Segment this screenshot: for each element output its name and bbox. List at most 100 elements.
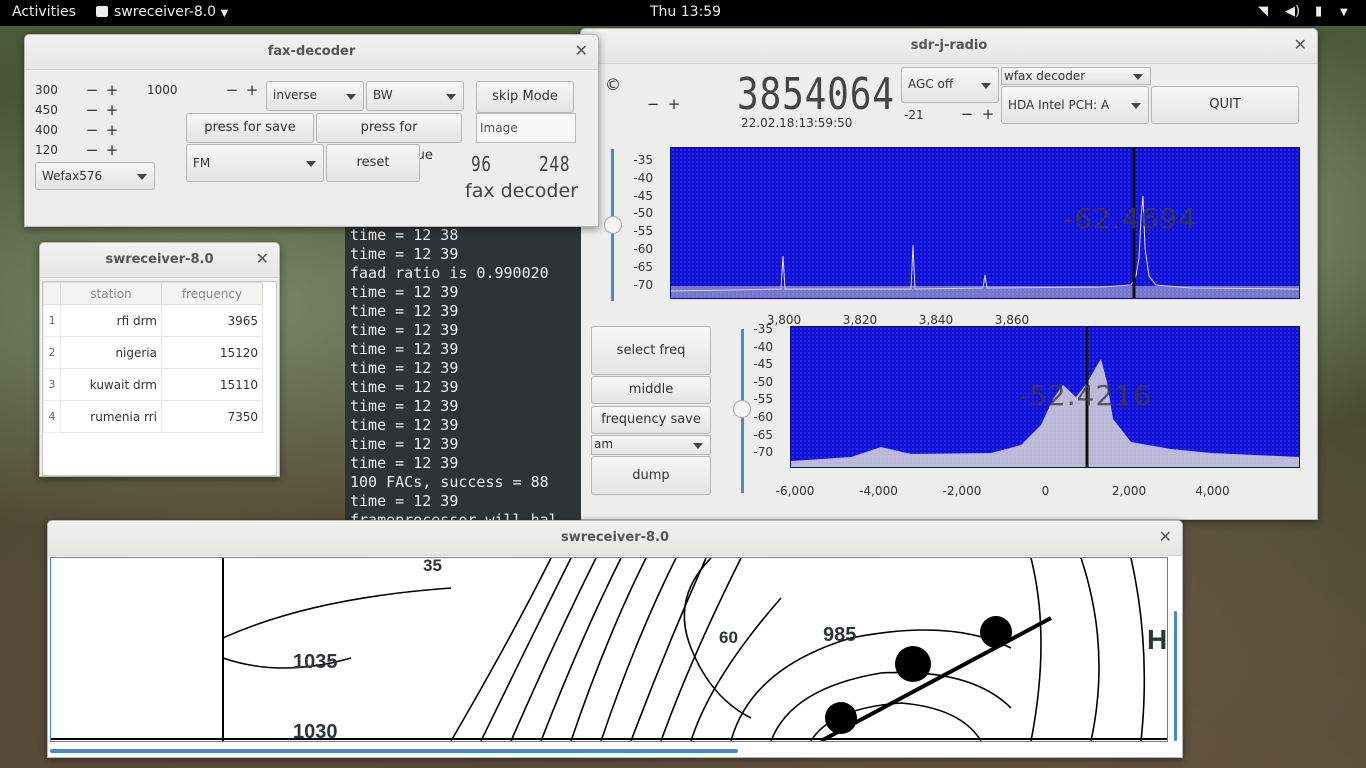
app-menu-label: swreceiver-8.0: [114, 4, 217, 20]
x-tick-label: 2,000: [1111, 484, 1147, 498]
offset-field[interactable]: [603, 96, 651, 116]
dump-button[interactable]: dump: [591, 456, 711, 495]
x-tick-label: 3,820: [842, 313, 878, 327]
table-row[interactable]: 4 rumenia rri 7350: [43, 400, 263, 433]
y-tick-label: -55: [753, 392, 773, 407]
activities-button[interactable]: Activities: [12, 4, 76, 20]
minus-icon[interactable]: −: [224, 81, 240, 99]
fax-image-canvas[interactable]: 1035 1030 985 60 35 H: [50, 557, 1168, 742]
plus-icon[interactable]: +: [104, 141, 120, 159]
horizontal-scrollbar[interactable]: [50, 749, 738, 753]
gain-field[interactable]: -21: [901, 106, 961, 126]
terminal-line: time = 12 39: [350, 492, 459, 510]
wifi-icon[interactable]: ◥: [1258, 4, 1268, 19]
middle-button[interactable]: middle: [591, 376, 711, 404]
y-tick-label: -65: [633, 259, 653, 274]
minus-icon[interactable]: −: [84, 141, 100, 159]
station-table: station frequency 1 rfi drm 3965 2 nigeria 15…: [43, 282, 263, 433]
frequency-column-header[interactable]: frequency: [161, 282, 263, 305]
fax-spinbox-value[interactable]: 400: [35, 123, 85, 137]
frequency-save-button[interactable]: frequency save: [591, 406, 711, 434]
minus-icon[interactable]: −: [84, 81, 100, 99]
phase-select[interactable]: inverse: [266, 81, 364, 111]
fax-spinbox-value[interactable]: 300: [35, 83, 85, 97]
fax-spinbox-value[interactable]: 120: [35, 143, 85, 157]
plus-icon[interactable]: +: [104, 121, 120, 139]
reset-button[interactable]: reset: [326, 144, 420, 182]
device-select[interactable]: HDA Intel PCH: A: [1001, 86, 1149, 124]
modulation-select[interactable]: FM: [186, 144, 324, 182]
station-column-header[interactable]: station: [60, 282, 162, 305]
lowpass-plot[interactable]: -52.4216: [790, 326, 1300, 468]
x-tick-label: -6,000: [775, 484, 815, 498]
select-freq-button[interactable]: select freq: [591, 326, 711, 375]
fax-decoder-window: fax-decoder ✕ 300− +450− +400− +120− + 1000 …: [24, 34, 599, 227]
frequency-cell[interactable]: 3965: [161, 304, 263, 337]
y-tick-label: -60: [753, 410, 773, 424]
terminal-line: time = 12 39: [350, 435, 459, 453]
chevron-down-icon: ▼: [220, 8, 229, 19]
x-tick-label: -2,000: [942, 484, 982, 498]
plus-icon[interactable]: +: [104, 81, 120, 99]
battery-icon[interactable]: ▮: [1315, 4, 1322, 19]
y-tick-label: -70: [633, 277, 653, 292]
plus-icon[interactable]: +: [244, 81, 260, 99]
station-name-cell[interactable]: nigeria: [60, 336, 162, 369]
terminal-output[interactable]: time = 12 38 time = 12 39 faad ratio is 0.…: [345, 226, 581, 520]
skip-mode-button[interactable]: skip Mode: [476, 81, 574, 113]
demod-select[interactable]: am: [591, 435, 711, 455]
close-icon[interactable]: ✕: [256, 249, 269, 268]
autocontinue-button[interactable]: press for autoContinue: [316, 113, 462, 163]
chevron-down-icon: [306, 161, 316, 167]
terminal-line: time = 12 39: [350, 359, 459, 377]
minus-icon[interactable]: −: [84, 101, 100, 119]
terminal-line: faad ratio is 0.990020: [350, 264, 549, 282]
y-tick-label: -45: [633, 188, 653, 203]
y-tick-label: -50: [753, 374, 773, 389]
vertical-scrollbar[interactable]: [1174, 611, 1177, 741]
close-icon[interactable]: ✕: [1294, 35, 1307, 54]
decoder-select[interactable]: wfax decoder: [1001, 67, 1151, 85]
frequency-cell[interactable]: 7350: [161, 400, 263, 433]
color-select[interactable]: BW: [366, 81, 464, 111]
x-tick-label: 4,000: [1195, 484, 1230, 498]
station-table-area: station frequency 1 rfi drm 3965 2 nigeria 15…: [42, 281, 277, 476]
plus-icon[interactable]: +: [980, 105, 996, 123]
station-name-cell[interactable]: kuwait drm: [60, 368, 162, 401]
agc-select[interactable]: AGC off: [901, 67, 999, 103]
frequency-cell[interactable]: 15110: [161, 368, 263, 401]
x-tick-label: 3,840: [918, 313, 954, 327]
clock[interactable]: Thu 13:59: [650, 4, 721, 20]
table-row[interactable]: 3 kuwait drm 15110: [43, 368, 263, 401]
quit-button[interactable]: QUIT: [1151, 86, 1299, 124]
fax-spinbox-value[interactable]: 450: [35, 103, 85, 117]
plus-icon[interactable]: +: [666, 95, 682, 113]
fax-image-window: swreceiver-8.0 ✕ 1035 1030 985 60 35 H: [47, 520, 1183, 758]
station-name-cell[interactable]: rfi drm: [60, 304, 162, 337]
copyright-label: ©: [605, 75, 621, 94]
close-icon[interactable]: ✕: [1159, 527, 1172, 546]
chevron-down-icon: [346, 94, 356, 100]
image-name-field[interactable]: Image: [476, 113, 576, 143]
minus-icon[interactable]: −: [645, 95, 661, 113]
save-button[interactable]: press for save: [186, 113, 314, 143]
plus-icon[interactable]: +: [104, 101, 120, 119]
system-menu-chevron-icon[interactable]: ▼: [1340, 7, 1348, 18]
minus-icon[interactable]: −: [959, 105, 975, 123]
app-menu[interactable]: swreceiver-8.0 ▼: [96, 4, 228, 20]
fax-mode-select[interactable]: Wefax576: [35, 162, 155, 190]
close-icon[interactable]: ✕: [575, 41, 588, 60]
spectrum-plot[interactable]: -62.4694: [670, 147, 1300, 299]
datetime-label: 22.02.18:13:59:50: [741, 116, 853, 130]
minus-icon[interactable]: −: [84, 121, 100, 139]
fax-titlebar: fax-decoder ✕: [25, 35, 598, 70]
fax-frequency-field[interactable]: 1000: [144, 81, 230, 101]
y-tick-label: -65: [753, 427, 773, 442]
spectrum-slider-knob[interactable]: [604, 216, 622, 234]
demod-value: am: [594, 437, 614, 451]
frequency-cell[interactable]: 15120: [161, 336, 263, 369]
volume-icon[interactable]: ◀): [1285, 4, 1300, 19]
station-name-cell[interactable]: rumenia rri: [60, 400, 162, 433]
table-row[interactable]: 2 nigeria 15120: [43, 336, 263, 369]
table-row[interactable]: 1 rfi drm 3965: [43, 304, 263, 337]
